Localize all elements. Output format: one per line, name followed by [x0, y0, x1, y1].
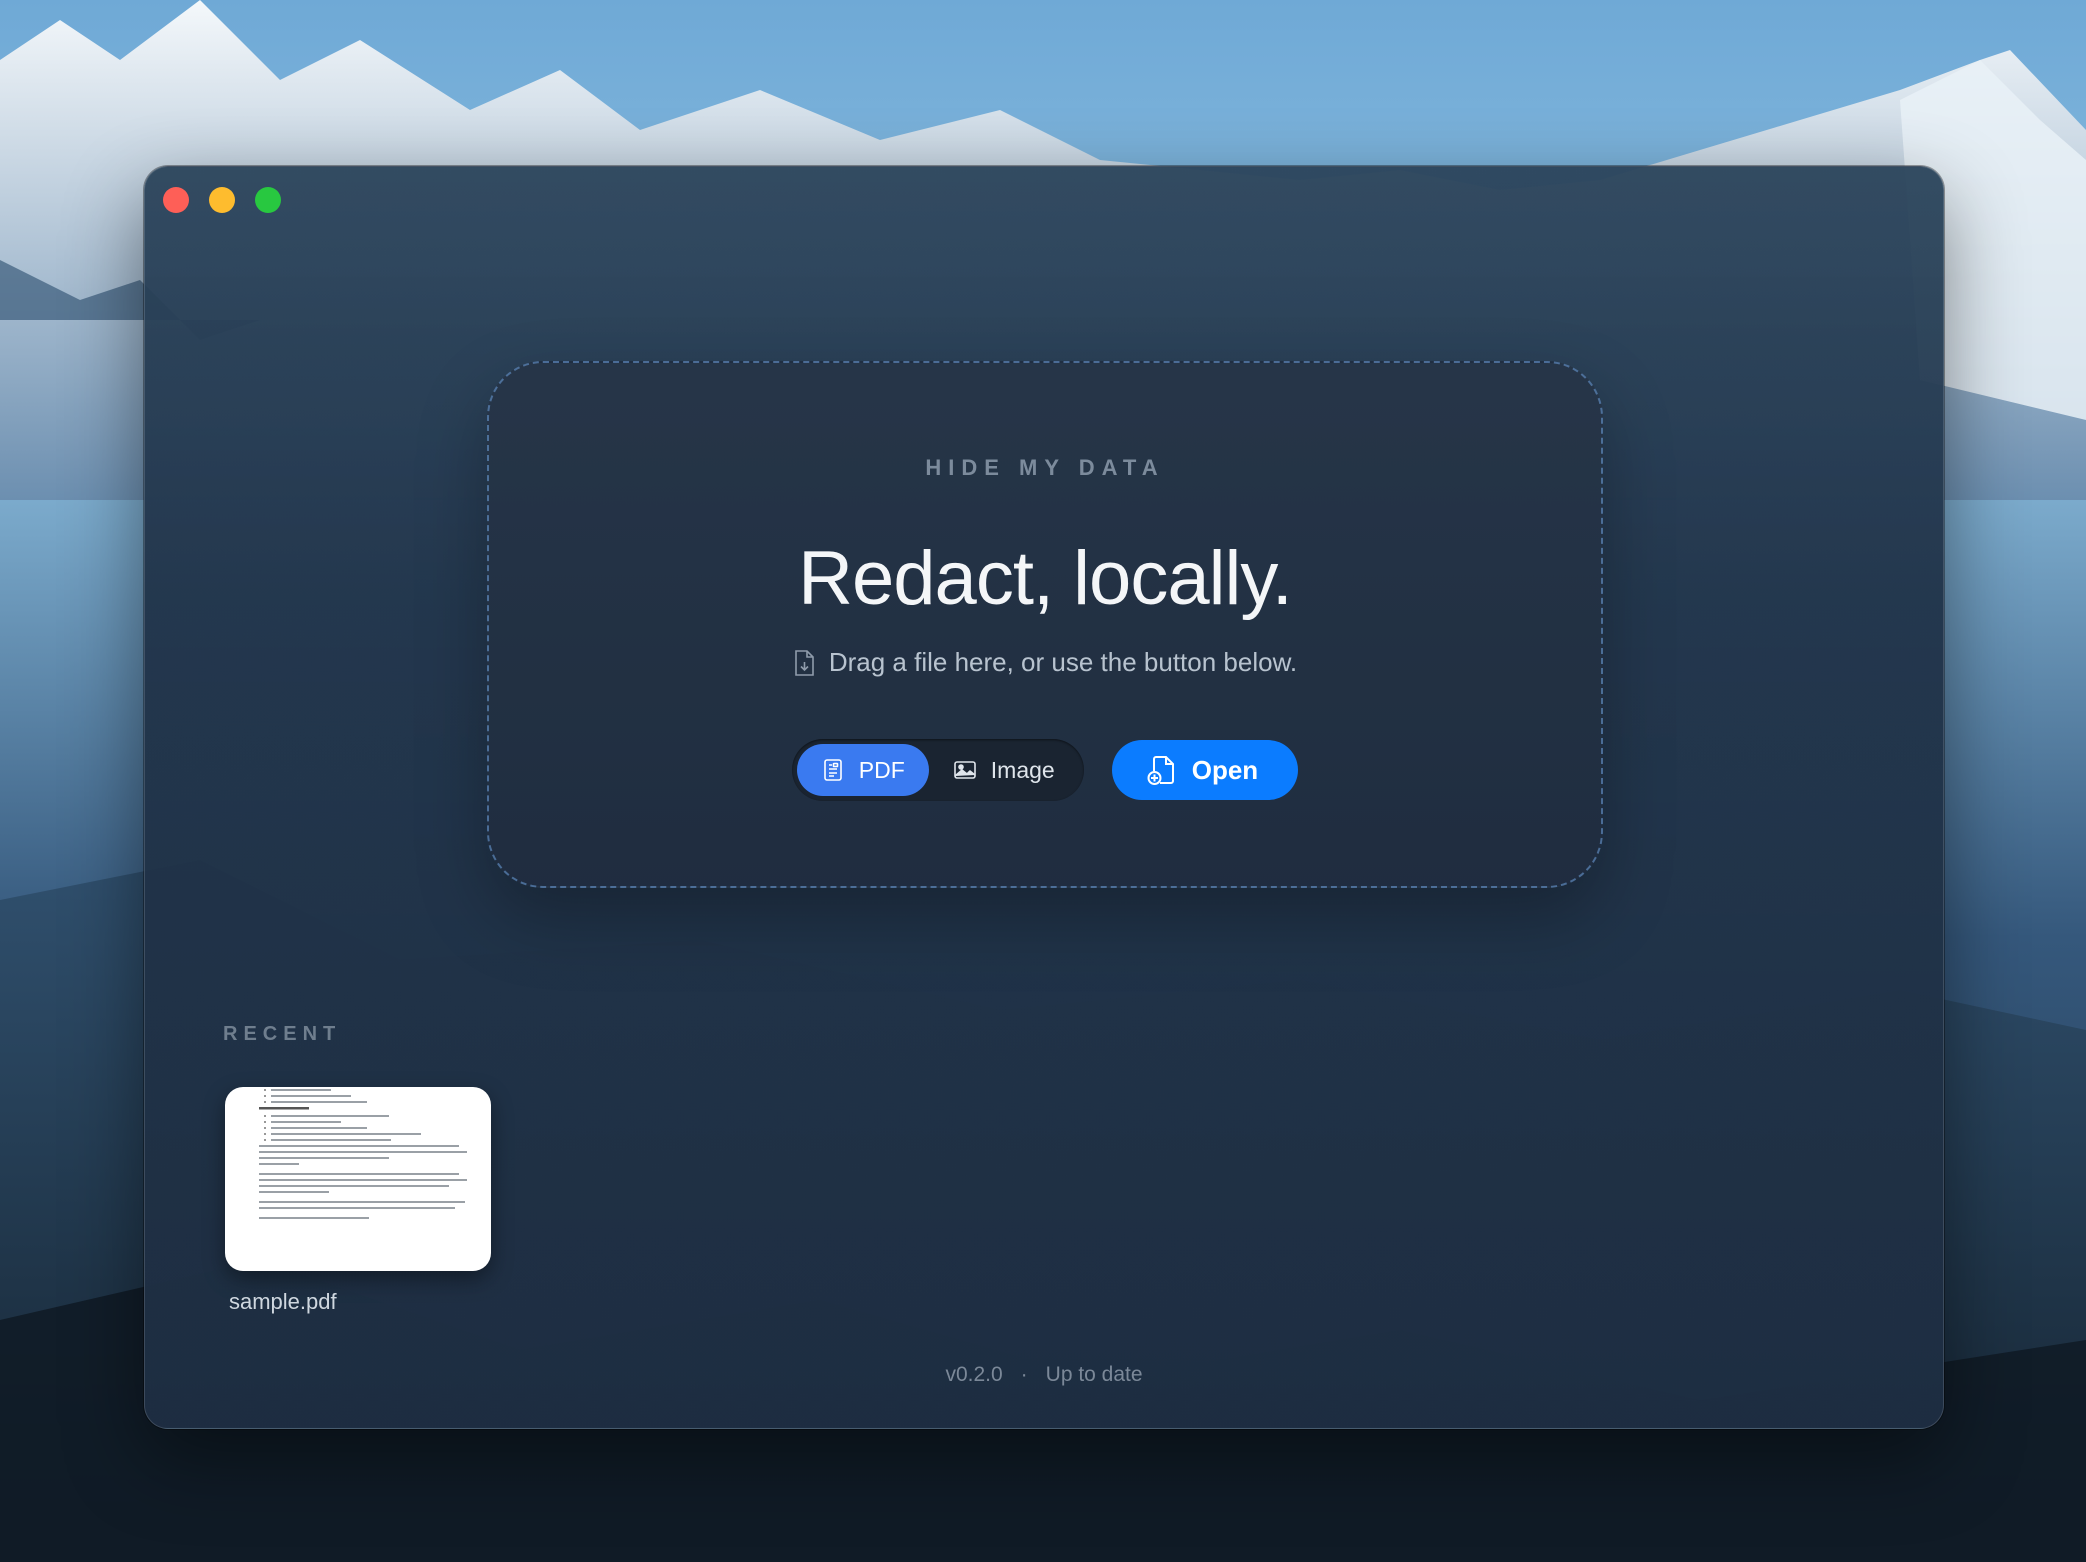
- file-plus-icon: [1147, 756, 1174, 785]
- mode-image-label: Image: [990, 756, 1055, 783]
- window-controls: [163, 187, 281, 213]
- mode-pdf-label: PDF: [858, 756, 905, 783]
- mode-pdf-button[interactable]: PDF: [796, 744, 929, 796]
- document-preview-icon: [259, 1089, 467, 1219]
- footer-separator: ·: [1020, 1363, 1028, 1386]
- file-icon: [795, 649, 814, 676]
- open-file-button[interactable]: Open: [1111, 740, 1299, 800]
- maximize-window-button[interactable]: [255, 187, 281, 213]
- version-label: v0.2.0: [945, 1363, 1003, 1386]
- close-window-button[interactable]: [163, 187, 189, 213]
- image-icon: [953, 761, 976, 779]
- recent-file-item[interactable]: sample.pdf: [225, 1087, 491, 1315]
- app-eyebrow-title: HIDE MY DATA: [925, 455, 1165, 480]
- pdf-icon: [823, 759, 842, 781]
- app-window: HIDE MY DATA Redact, locally. Drag a fil…: [144, 166, 1944, 1429]
- update-status[interactable]: Up to date: [1046, 1363, 1143, 1387]
- drop-hint: Drag a file here, or use the button belo…: [489, 647, 1601, 678]
- mode-image-button[interactable]: Image: [929, 744, 1079, 796]
- recent-file-thumbnail: [225, 1087, 491, 1271]
- file-drop-zone[interactable]: HIDE MY DATA Redact, locally. Drag a fil…: [487, 361, 1603, 888]
- controls-row: PDF Image Open: [489, 739, 1601, 801]
- recent-file-name: sample.pdf: [229, 1289, 337, 1314]
- open-file-label: Open: [1191, 754, 1259, 785]
- headline: Redact, locally.: [798, 536, 1293, 621]
- file-type-segmented-control: PDF Image: [791, 739, 1084, 801]
- recent-section-title: RECENT: [223, 1023, 342, 1045]
- minimize-window-button[interactable]: [209, 187, 235, 213]
- footer-status: v0.2.0 · Up to date: [145, 1363, 1943, 1387]
- drop-hint-text: Drag a file here, or use the button belo…: [828, 647, 1298, 677]
